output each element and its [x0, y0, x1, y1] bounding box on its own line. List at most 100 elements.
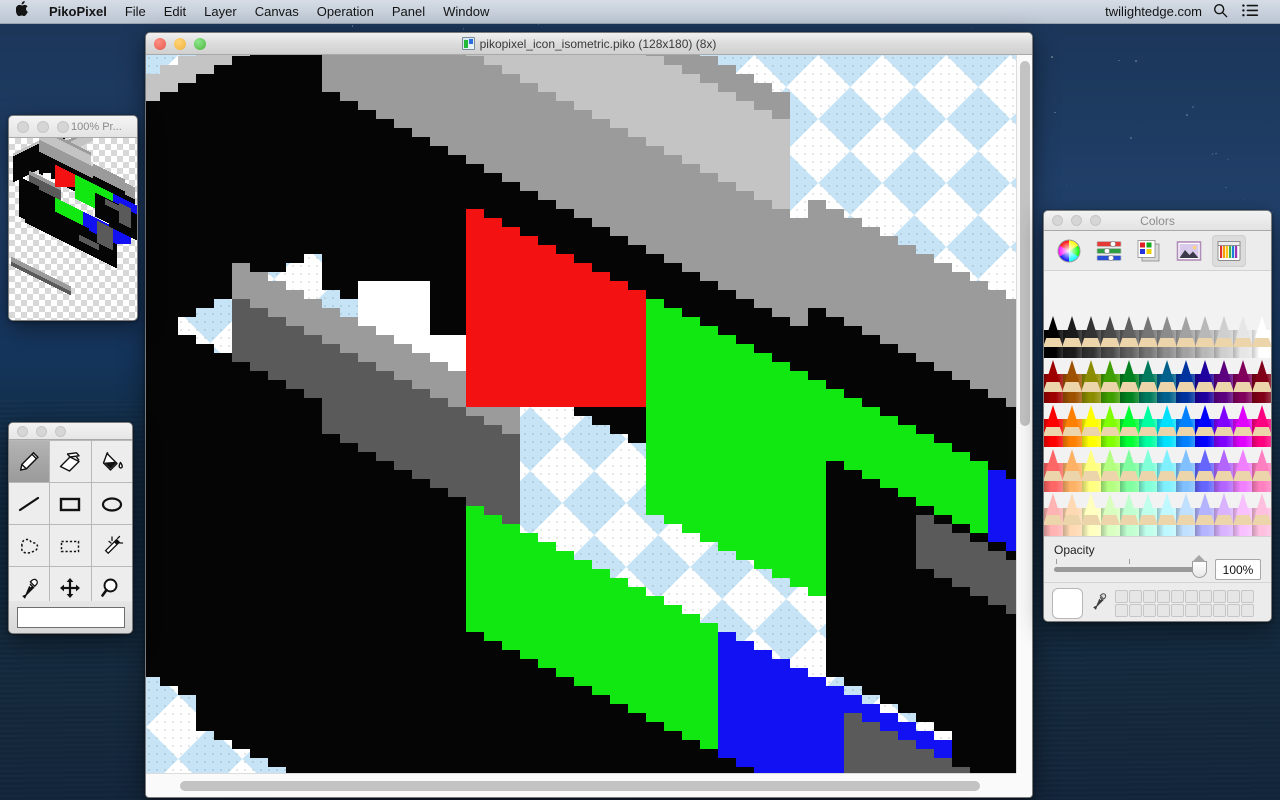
colors-zoom-button[interactable]	[1090, 215, 1101, 226]
pencil-swatch[interactable]	[1044, 403, 1063, 448]
window-traffic-lights[interactable]	[146, 37, 206, 50]
pencil-swatch[interactable]	[1119, 358, 1139, 403]
pencil-swatch[interactable]	[1119, 447, 1139, 492]
pencil-swatch[interactable]	[1195, 403, 1215, 448]
preview-titlebar[interactable]: 100% Pr...	[9, 116, 137, 138]
user-swatch[interactable]	[1143, 603, 1156, 617]
tools-titlebar[interactable]	[9, 423, 132, 440]
pencil-swatch[interactable]	[1119, 492, 1139, 536]
pencil-swatch[interactable]	[1233, 403, 1253, 448]
rectangle-select-tool-button[interactable]	[50, 525, 91, 566]
preview-canvas[interactable]	[9, 138, 137, 320]
colors-traffic-lights[interactable]	[1044, 215, 1101, 226]
pencil-swatch[interactable]	[1138, 492, 1158, 536]
document-titlebar[interactable]: pikopixel_icon_isometric.piko (128x180) …	[146, 33, 1032, 55]
pencil-swatch[interactable]	[1157, 403, 1177, 448]
menu-app-name[interactable]: PikoPixel	[40, 1, 116, 23]
user-swatch[interactable]	[1129, 589, 1142, 603]
pencil-swatch[interactable]	[1157, 492, 1177, 536]
menu-item-edit[interactable]: Edit	[155, 1, 195, 23]
canvas-horizontal-scrollbar[interactable]	[146, 773, 1032, 797]
user-swatch[interactable]	[1185, 589, 1198, 603]
pencil-swatch[interactable]	[1100, 403, 1120, 448]
colors-close-button[interactable]	[1052, 215, 1063, 226]
canvas-artwork[interactable]	[146, 55, 1032, 775]
pencil-tool-button[interactable]	[9, 441, 50, 482]
pencil-swatch[interactable]	[1081, 403, 1101, 448]
pencil-swatch[interactable]	[1157, 447, 1177, 492]
pencil-swatch[interactable]	[1214, 314, 1234, 359]
pencil-swatch[interactable]	[1081, 492, 1101, 536]
pencil-swatch[interactable]	[1044, 492, 1063, 536]
user-swatch[interactable]	[1171, 603, 1184, 617]
pencil-swatch[interactable]	[1252, 492, 1271, 536]
user-swatch[interactable]	[1171, 589, 1184, 603]
pencil-swatch[interactable]	[1062, 403, 1082, 448]
search-icon[interactable]	[1206, 3, 1235, 21]
colors-minimize-button[interactable]	[1071, 215, 1082, 226]
preview-zoom-button[interactable]	[57, 120, 69, 133]
tools-close-button[interactable]	[17, 425, 28, 437]
user-swatch[interactable]	[1115, 589, 1128, 603]
line-tool-button[interactable]	[9, 483, 50, 524]
freehand-select-tool-button[interactable]	[9, 525, 50, 566]
horizontal-scroll-thumb[interactable]	[180, 781, 980, 791]
user-swatch[interactable]	[1199, 589, 1212, 603]
pencil-swatch[interactable]	[1195, 358, 1215, 403]
list-menu-icon[interactable]	[1239, 3, 1262, 20]
pencil-swatch[interactable]	[1100, 314, 1120, 359]
eyedropper-icon[interactable]	[1089, 592, 1109, 614]
pencil-swatch[interactable]	[1157, 314, 1177, 359]
pencil-swatch[interactable]	[1081, 314, 1101, 359]
user-swatch[interactable]	[1157, 589, 1170, 603]
opacity-slider-knob[interactable]	[1192, 555, 1207, 578]
pencil-swatch[interactable]	[1044, 314, 1063, 359]
close-button[interactable]	[154, 37, 166, 50]
pencil-swatch[interactable]	[1233, 358, 1253, 403]
user-swatch[interactable]	[1241, 603, 1254, 617]
pencil-swatch[interactable]	[1214, 358, 1234, 403]
user-swatch[interactable]	[1227, 589, 1240, 603]
user-swatch[interactable]	[1241, 589, 1254, 603]
user-swatch[interactable]	[1129, 603, 1142, 617]
document-window[interactable]: pikopixel_icon_isometric.piko (128x180) …	[145, 32, 1033, 798]
menu-item-window[interactable]: Window	[434, 1, 498, 23]
pencil-swatch[interactable]	[1176, 358, 1196, 403]
minimize-button[interactable]	[174, 37, 186, 50]
pencil-swatch[interactable]	[1081, 358, 1101, 403]
preview-close-button[interactable]	[17, 120, 29, 133]
preview-traffic-lights[interactable]	[9, 120, 69, 133]
pencil-swatch[interactable]	[1062, 314, 1082, 359]
pencil-swatch[interactable]	[1195, 492, 1215, 536]
pencil-swatch[interactable]	[1233, 492, 1253, 536]
pencil-color-grid[interactable]	[1044, 314, 1271, 536]
pencil-swatch[interactable]	[1138, 403, 1158, 448]
menu-item-file[interactable]: File	[116, 1, 155, 23]
pencil-swatch[interactable]	[1176, 403, 1196, 448]
pencil-swatch[interactable]	[1233, 447, 1253, 492]
preview-minimize-button[interactable]	[37, 120, 49, 133]
pencil-swatch[interactable]	[1214, 403, 1234, 448]
current-color-well[interactable]	[1052, 587, 1083, 619]
pencil-swatch[interactable]	[1252, 314, 1271, 359]
pencil-swatch[interactable]	[1062, 358, 1082, 403]
pencil-swatch[interactable]	[1176, 447, 1196, 492]
menu-item-operation[interactable]: Operation	[308, 1, 383, 23]
tools-zoom-button[interactable]	[55, 425, 66, 437]
colors-titlebar[interactable]: Colors	[1044, 211, 1271, 231]
user-swatch[interactable]	[1227, 603, 1240, 617]
opacity-value-field[interactable]: 100%	[1215, 559, 1261, 580]
preview-window[interactable]: 100% Pr...	[8, 115, 138, 321]
eraser-tool-button[interactable]	[50, 441, 91, 482]
pencil-swatch[interactable]	[1233, 314, 1253, 359]
pencil-swatch[interactable]	[1176, 314, 1196, 359]
user-swatch[interactable]	[1213, 603, 1226, 617]
user-swatch[interactable]	[1115, 603, 1128, 617]
user-swatch[interactable]	[1213, 589, 1226, 603]
pencil-swatch[interactable]	[1252, 403, 1271, 448]
ellipse-tool-button[interactable]	[91, 483, 132, 524]
color-wheel-tab[interactable]	[1052, 235, 1086, 267]
apple-logo-icon[interactable]	[10, 0, 40, 23]
pencil-swatch[interactable]	[1119, 314, 1139, 359]
pencil-swatch[interactable]	[1062, 492, 1082, 536]
